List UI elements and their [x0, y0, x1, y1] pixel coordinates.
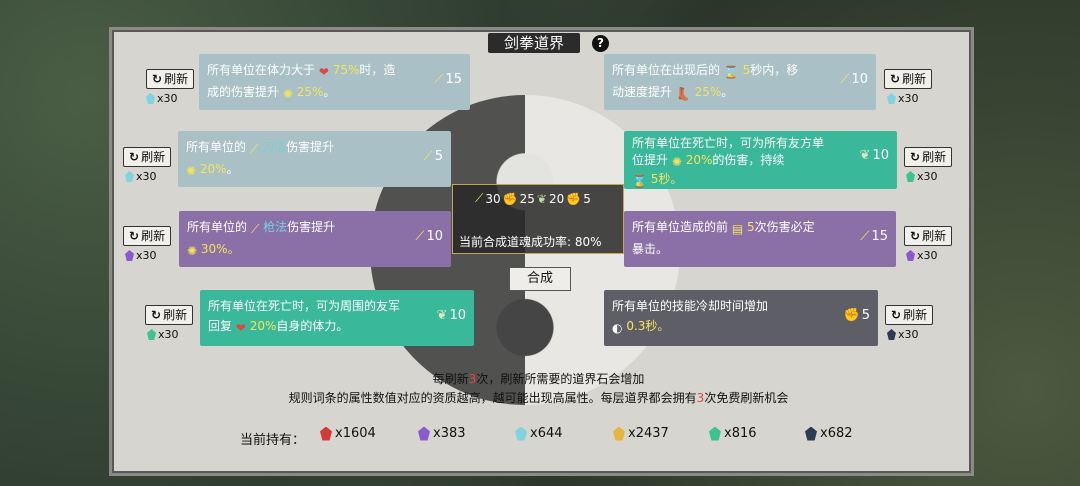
leaf-icon: ❦: [436, 308, 448, 323]
sword-icon: ⟋: [475, 191, 484, 205]
card-cost: ❦ 10: [437, 306, 466, 326]
refresh-cost: x30: [906, 249, 938, 262]
holding-item: x682: [805, 426, 853, 441]
refresh-button[interactable]: ↻ 刷新: [885, 305, 934, 325]
fist-icon: ✊: [502, 191, 518, 206]
rule-card: 所有单位的 ⟋ 枪法伤害提升 ✺ 30%。 ⟋ 10: [179, 211, 451, 267]
info-line-1: 每刷新3次，刷新所需要的道界石会增加: [432, 372, 645, 386]
holding-label: 当前持有：: [240, 433, 306, 448]
holding-item: x816: [709, 426, 757, 441]
green-gem-icon: [709, 426, 721, 441]
rule-card: 所有单位在体力大于 ❤ 75%时，造 成的伤害提升 ✺ 25%。 ⟋ 15: [199, 54, 470, 110]
rule-card: 所有单位在出现后的 ⌛ 5秒内，移 动速度提升 👢 25%。 ⟋ 10: [604, 54, 876, 110]
cooldown-icon: ◐: [612, 321, 623, 335]
craft-button[interactable]: 合成: [509, 267, 571, 291]
gem-icon: [906, 171, 915, 182]
hourglass-icon: ⌛: [723, 65, 739, 79]
leaf-icon: ❦: [536, 191, 547, 206]
sun-icon: ✺: [187, 244, 198, 258]
hourglass-icon: ⌛: [632, 174, 647, 188]
sword-icon: ⟋: [423, 149, 433, 164]
rule-card: 所有单位在死亡时，可为所有友方单 位提升 ✺ 20%的伤害，持续 ⌛ 5秒。 ❦…: [624, 131, 897, 189]
refresh-icon: ↻: [910, 150, 921, 164]
refresh-icon: ↻: [152, 72, 163, 86]
card-cost: ⟋ 15: [860, 227, 888, 247]
refresh-cost: x30: [125, 249, 157, 262]
red-gem-icon: [320, 426, 332, 441]
rule-card: 所有单位的技能冷却时间增加 ◐ 0.3秒。 ✊ 5: [604, 290, 878, 346]
holding-item: x1604: [320, 426, 376, 441]
blade-icon: ⟋: [249, 142, 259, 156]
gem-icon: [906, 250, 915, 261]
card-cost: ❦ 10: [859, 148, 889, 163]
heart-icon: ❤: [235, 321, 246, 335]
dark-gem-icon: [805, 426, 817, 441]
refresh-icon: ↻: [890, 72, 901, 86]
card-cost: ⟋ 5: [424, 147, 443, 167]
card-cost: ⟋ 10: [415, 227, 443, 247]
refresh-cost: x30: [887, 92, 919, 105]
refresh-cost: x30: [125, 170, 157, 183]
leaf-icon: ❦: [859, 148, 871, 163]
scroll-icon: ▤: [731, 222, 744, 236]
refresh-icon: ↻: [129, 150, 140, 164]
info-line-2: 规则词条的属性数值对应的资质越高，越可能出现高属性。每层道界都会拥有3次免费刷新…: [288, 391, 789, 405]
gem-icon: [125, 250, 134, 261]
refresh-button[interactable]: ↻ 刷新: [904, 147, 953, 167]
rule-card: 所有单位的 ⟋ 刀法伤害提升 ✺ 20%。 ⟋ 5: [178, 131, 451, 187]
heart-icon: ❤: [318, 65, 329, 79]
holding-item: x2437: [613, 426, 669, 441]
refresh-button[interactable]: ↻ 刷新: [123, 226, 172, 246]
gem-icon: [125, 171, 134, 182]
synthesis-box: ⟋ 30 ✊ 25 ❦ 20 ✊ 5 当前合成道魂成功率: 80%: [452, 184, 624, 254]
rule-card: 所有单位造成的前 ▤ 5次伤害必定 暴击。 ⟋ 15: [624, 211, 896, 267]
cyan-gem-icon: [515, 426, 527, 441]
gold-gem-icon: [613, 426, 625, 441]
sun-icon: ✺: [186, 164, 197, 178]
refresh-cost: x30: [147, 328, 179, 341]
refresh-icon: ↻: [151, 308, 162, 322]
fist-icon: ✊: [843, 308, 860, 323]
gem-icon: [146, 93, 155, 104]
sword-icon: ⟋: [840, 72, 850, 87]
purple-gem-icon: [418, 426, 430, 441]
sword-icon: ⟋: [415, 229, 425, 244]
sword-icon: ⟋: [860, 229, 870, 244]
gem-icon: [147, 329, 156, 340]
refresh-button[interactable]: ↻ 刷新: [884, 69, 933, 89]
card-cost: ⟋ 10: [840, 70, 868, 90]
holding-item: x644: [515, 426, 563, 441]
rule-card: 所有单位在死亡时，可为周围的友军 回复 ❤ 20%自身的体力。 ❦ 10: [200, 290, 474, 346]
holding-item: x383: [418, 426, 466, 441]
refresh-cost: x30: [906, 170, 938, 183]
refresh-button[interactable]: ↻ 刷新: [145, 305, 194, 325]
refresh-button[interactable]: ↻ 刷新: [904, 226, 953, 246]
refresh-cost: x30: [146, 92, 178, 105]
refresh-icon: ↻: [129, 229, 140, 243]
sun-icon: ✺: [671, 155, 682, 169]
refresh-icon: ↻: [910, 229, 921, 243]
help-icon[interactable]: ?: [592, 35, 609, 52]
refresh-cost: x30: [887, 328, 919, 341]
refresh-button[interactable]: ↻ 刷新: [146, 69, 195, 89]
boot-icon: 👢: [675, 87, 691, 101]
refresh-button[interactable]: ↻ 刷新: [123, 147, 172, 167]
sun-icon: ✺: [282, 87, 293, 101]
fist-icon: ✊: [566, 191, 582, 206]
success-rate: 当前合成道魂成功率: 80%: [459, 235, 602, 249]
synthesis-resources: ⟋ 30 ✊ 25 ❦ 20 ✊ 5: [475, 191, 591, 206]
sword-icon: ⟋: [434, 72, 444, 87]
refresh-icon: ↻: [891, 308, 902, 322]
card-cost: ⟋ 15: [434, 70, 462, 90]
spear-icon: ⟋: [250, 222, 260, 236]
card-cost: ✊ 5: [844, 306, 870, 326]
gem-icon: [887, 329, 896, 340]
gem-icon: [887, 93, 896, 104]
panel-title: 剑拳道界: [488, 33, 581, 53]
